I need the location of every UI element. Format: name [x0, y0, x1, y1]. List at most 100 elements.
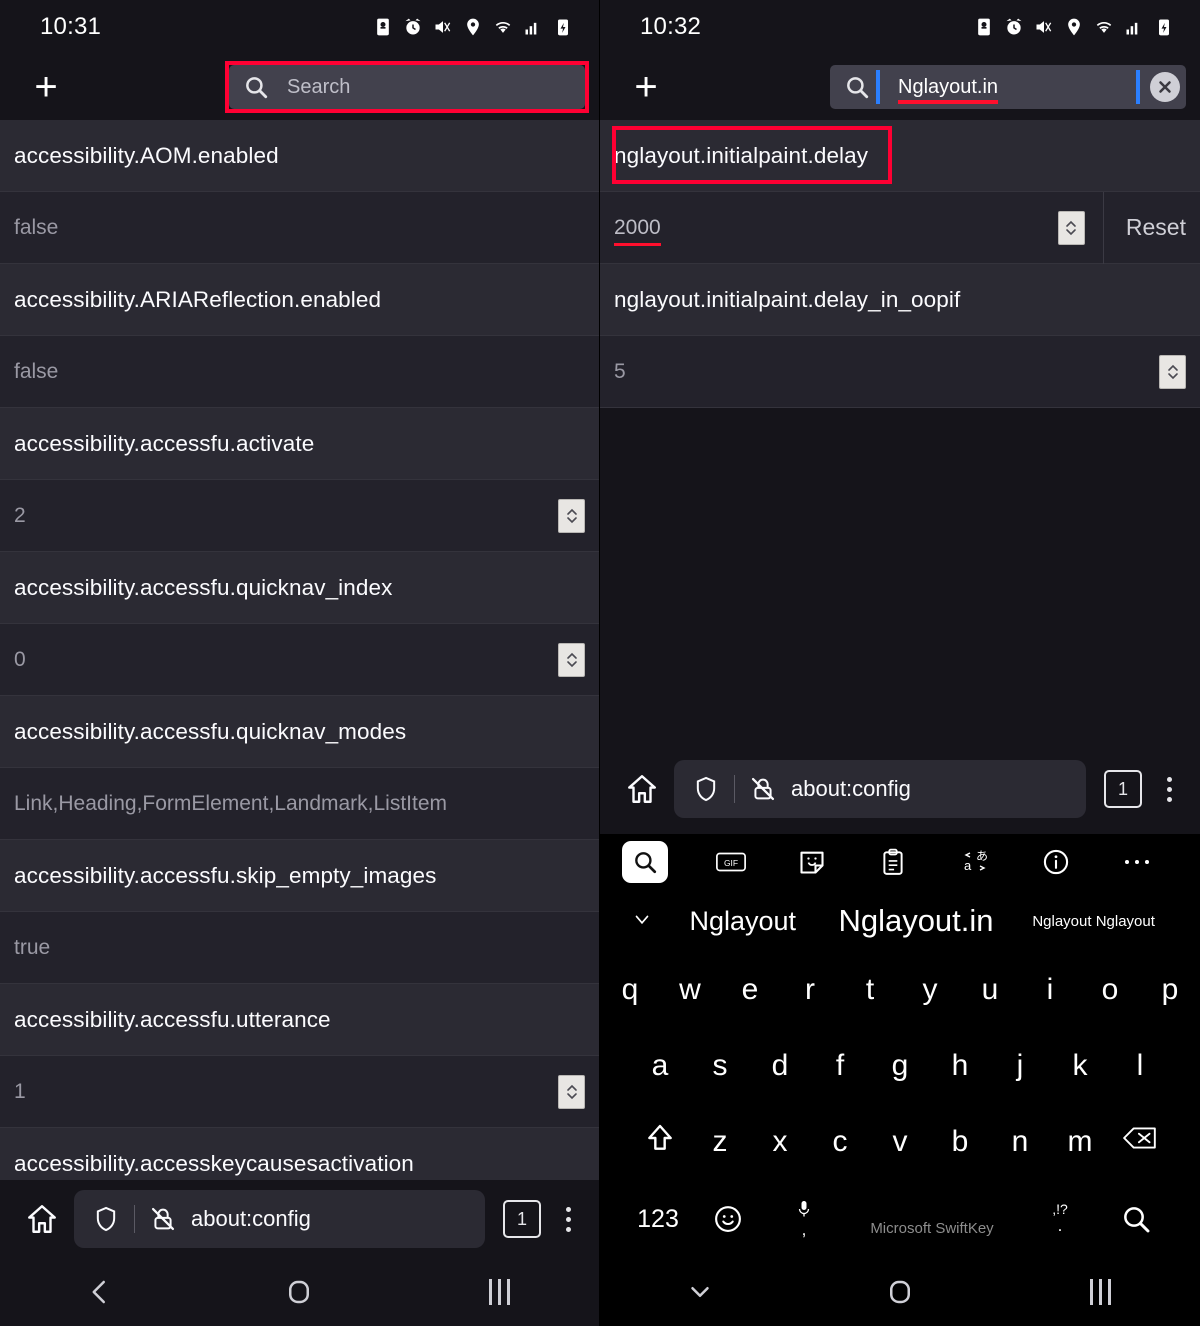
key-r[interactable]: r [780, 973, 840, 1007]
tab-counter-button[interactable]: 1 [503, 1200, 541, 1238]
value-stepper[interactable] [1159, 354, 1186, 389]
keyboard-info-tool[interactable] [1015, 848, 1096, 876]
new-tab-button[interactable]: + [616, 59, 676, 115]
key-f[interactable]: f [810, 1049, 870, 1083]
key-c[interactable]: c [810, 1125, 870, 1159]
pref-name-row[interactable]: accessibility.accessfu.skip_empty_images [0, 840, 599, 912]
search-input[interactable]: Search [229, 65, 585, 109]
space-key[interactable]: Microsoft SwiftKey [842, 1202, 1022, 1237]
pref-name-row[interactable]: accessibility.accessfu.utterance [0, 984, 599, 1056]
suggestion-item[interactable]: Nglayout Nglayout [1009, 913, 1178, 930]
search-input[interactable]: Nglayout.in [830, 65, 1186, 109]
key-j[interactable]: j [990, 1049, 1050, 1083]
pref-name-row[interactable]: accessibility.ARIAReflection.enabled [0, 264, 599, 336]
kebab-dot [565, 1216, 571, 1222]
value-stepper[interactable] [558, 1074, 585, 1109]
pref-name-row[interactable]: accessibility.accessfu.activate [0, 408, 599, 480]
numbers-key[interactable]: 123 [626, 1205, 690, 1234]
key-b[interactable]: b [930, 1125, 990, 1159]
enter-search-key[interactable] [1098, 1203, 1174, 1235]
recents-bar [1089, 1279, 1093, 1305]
comma-key[interactable]: , [766, 1199, 842, 1240]
pref-value-row[interactable]: 2000 Reset [600, 191, 1200, 264]
pref-value-row[interactable]: Link,Heading,FormElement,Landmark,ListIt… [0, 768, 599, 840]
emoji-icon [715, 1206, 741, 1232]
key-i[interactable]: i [1020, 973, 1080, 1007]
key-m[interactable]: m [1050, 1125, 1110, 1159]
nav-home-button[interactable] [239, 1277, 359, 1307]
key-v[interactable]: v [870, 1125, 930, 1159]
key-a[interactable]: a [630, 1049, 690, 1083]
key-g[interactable]: g [870, 1049, 930, 1083]
suggestion-item[interactable]: Nglayout [663, 906, 823, 937]
key-q[interactable]: q [600, 973, 660, 1007]
key-o[interactable]: o [1080, 973, 1140, 1007]
period-key[interactable]: ,!? . [1022, 1200, 1098, 1236]
period-alt-label: ,!? [1052, 1200, 1068, 1217]
close-suggestions-button[interactable] [622, 910, 663, 932]
key-y[interactable]: y [900, 973, 960, 1007]
nav-home-button[interactable] [840, 1277, 960, 1307]
home-button[interactable] [14, 1202, 70, 1236]
pref-value-row[interactable]: false [0, 192, 599, 264]
key-x[interactable]: x [750, 1125, 810, 1159]
new-tab-button[interactable]: + [16, 59, 76, 115]
key-d[interactable]: d [750, 1049, 810, 1083]
menu-button[interactable] [1152, 776, 1186, 802]
key-z[interactable]: z [690, 1125, 750, 1159]
pref-name-row[interactable]: accessibility.AOM.enabled [0, 120, 599, 192]
value-stepper[interactable] [558, 642, 585, 677]
key-l[interactable]: l [1110, 1049, 1170, 1083]
pref-value-row[interactable]: 2 [0, 480, 599, 552]
pref-value-row[interactable]: 1 [0, 1056, 599, 1128]
pref-name-row[interactable]: nglayout.initialpaint.delay_in_oopif [600, 264, 1200, 336]
pref-value-row[interactable]: 0 [0, 624, 599, 696]
pref-name-row[interactable]: accessibility.accessfu.quicknav_modes [0, 696, 599, 768]
pref-name-row[interactable]: accessibility.accessfu.quicknav_index [0, 552, 599, 624]
key-h[interactable]: h [930, 1049, 990, 1083]
suggestion-item[interactable]: Nglayout.in [823, 903, 1010, 939]
menu-button[interactable] [551, 1206, 585, 1232]
keyboard-search-tool[interactable] [622, 841, 668, 883]
tab-counter-button[interactable]: 1 [1104, 770, 1142, 808]
pref-value-row[interactable]: true [0, 912, 599, 984]
alarm-icon [405, 18, 421, 35]
key-e[interactable]: e [720, 973, 780, 1007]
key-k[interactable]: k [1050, 1049, 1110, 1083]
keyboard-more-tool[interactable] [1097, 857, 1178, 867]
nav-recents-button[interactable] [1040, 1279, 1160, 1305]
key-w[interactable]: w [660, 973, 720, 1007]
recents-bar [488, 1279, 492, 1305]
keyboard-clipboard-tool[interactable] [853, 848, 934, 876]
url-bar[interactable]: about:config [674, 760, 1086, 818]
recents-bar [1098, 1279, 1102, 1305]
key-t[interactable]: t [840, 973, 900, 1007]
suggestion-bar: Nglayout Nglayout.in Nglayout Nglayout [600, 890, 1200, 952]
keyboard-gif-tool[interactable]: GIF [690, 849, 771, 875]
value-stepper[interactable] [558, 498, 585, 533]
clear-search-button[interactable] [1150, 72, 1180, 102]
key-u[interactable]: u [960, 973, 1020, 1007]
keyboard-translate-tool[interactable]: aあ [934, 848, 1015, 876]
value-stepper[interactable] [1057, 210, 1085, 245]
shift-key[interactable] [630, 1122, 690, 1162]
key-p[interactable]: p [1140, 973, 1200, 1007]
backspace-key[interactable] [1110, 1124, 1170, 1160]
svg-text:GIF: GIF [724, 858, 738, 868]
reset-button[interactable]: Reset [1102, 191, 1186, 264]
url-bar[interactable]: about:config [74, 1190, 485, 1248]
modified-underline [614, 242, 661, 246]
svg-text:あ: あ [976, 849, 988, 863]
key-n[interactable]: n [990, 1125, 1050, 1159]
key-s[interactable]: s [690, 1049, 750, 1083]
keyboard-sticker-tool[interactable] [771, 848, 852, 876]
nav-back-button[interactable] [40, 1277, 160, 1307]
nav-dismiss-keyboard-button[interactable] [640, 1277, 760, 1307]
pref-value-row[interactable]: 5 [600, 336, 1200, 408]
nav-recents-button[interactable] [439, 1279, 559, 1305]
pref-value-row[interactable]: false [0, 336, 599, 408]
home-icon [628, 775, 656, 803]
emoji-key[interactable] [690, 1204, 766, 1234]
pref-name-row[interactable]: nglayout.initialpaint.delay [600, 120, 1200, 192]
home-button[interactable] [614, 772, 670, 806]
